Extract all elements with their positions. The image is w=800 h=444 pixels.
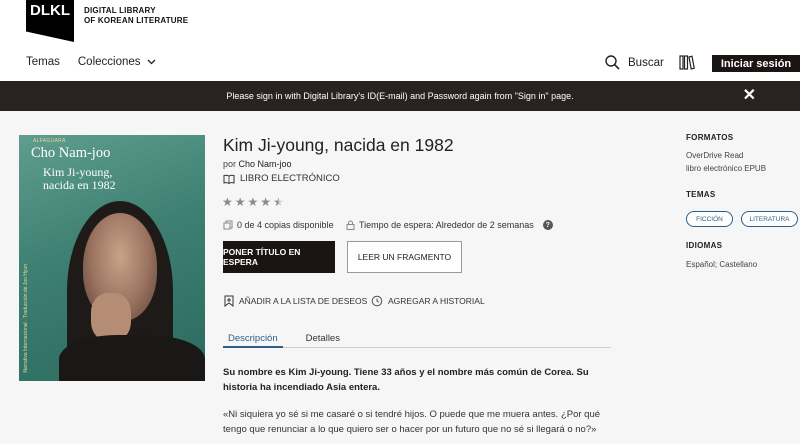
cover-publisher: ALFAGUARA [33,138,66,144]
main-nav: Temas Colecciones [26,56,156,68]
book-title: Kim Ji-young, nacida en 1982 [223,135,454,155]
search-label: Buscar [628,56,664,69]
book-format: LIBRO ELECTRÓNICO [223,173,340,184]
book-author-line: por Cho Nam-joo [223,159,292,169]
formats-heading: FORMATOS [686,133,734,142]
wait-text: Tiempo de espera: Alrededor de 2 semanas [359,220,534,230]
cover-body-shape [59,335,205,381]
cover-hand-shape [91,293,131,341]
detail-tabs: Descripción Detalles [223,333,611,348]
signin-banner: Please sign in with Digital Library's ID… [0,81,800,111]
topics-heading: TEMAS [686,190,716,199]
star-icon: ★ [234,195,246,209]
cover-title: Kim Ji-young, nacida en 1982 [43,166,116,192]
library-name: DIGITAL LIBRARY OF KOREAN LITERATURE [84,6,188,26]
wishlist-label: AÑADIR A LA LISTA DE DESEOS [239,296,368,306]
dlkl-logo[interactable]: DLKL [26,0,74,42]
wait-time: Tiempo de espera: Alrededor de 2 semanas… [346,220,553,230]
format-item: OverDrive Read [686,151,744,160]
history-label: AGREGAR A HISTORIAL [388,296,485,306]
place-hold-button[interactable]: PONER TÍTULO EN ESPERA [223,241,335,273]
half-star-icon: ★ [273,195,284,209]
topic-fiction[interactable]: FICCIÓN [686,211,733,227]
search-icon [605,55,620,70]
nav-topics-label: Temas [26,56,60,68]
star-rating[interactable]: ★ ★ ★ ★ ★ [222,195,284,209]
star-icon: ★ [247,195,259,209]
copies-icon [223,220,233,230]
author-link[interactable]: Cho Nam-joo [239,159,292,169]
open-book-icon [223,174,235,184]
star-icon: ★ [222,195,233,209]
chevron-down-icon [147,59,155,65]
language-item: Español; Castellano [686,260,758,269]
history-icon [371,295,383,307]
signin-button[interactable]: Iniciar sesión [712,55,800,72]
read-sample-button[interactable]: LEER UN FRAGMENTO [347,241,462,273]
tab-details[interactable]: Detalles [301,333,345,347]
lock-icon [346,220,355,230]
library-name-line-2: OF KOREAN LITERATURE [84,16,189,25]
topic-literature[interactable]: LITERATURA [741,211,798,227]
author-prefix: por [223,159,237,169]
add-to-wishlist-button[interactable]: AÑADIR A LA LISTA DE DESEOS [224,295,367,307]
bookmark-plus-icon [224,295,234,307]
languages-heading: IDIOMAS [686,241,723,250]
cover-author: Cho Nam-joo [31,145,111,161]
search-button[interactable]: Buscar [605,55,664,70]
help-icon[interactable]: ? [542,220,553,230]
bookshelf-button[interactable] [679,55,695,75]
nav-topics[interactable]: Temas [26,56,60,68]
availability: 0 de 4 copias disponible [223,220,334,230]
cover-title-line-2: nacida en 1982 [43,178,116,192]
logo-mark: DLKL [30,2,70,19]
tab-description[interactable]: Descripción [223,333,283,348]
nav-collections[interactable]: Colecciones [78,56,156,68]
star-icon: ★ [260,195,272,209]
close-icon[interactable]: ✕ [743,88,756,104]
add-to-history-button[interactable]: AGREGAR A HISTORIAL [371,295,485,307]
bookshelf-icon [679,55,695,70]
description-quote: «Ni siquiera yo sé si me casaré o si ten… [223,409,601,435]
availability-text: 0 de 4 copias disponible [237,220,334,230]
format-label: LIBRO ELECTRÓNICO [240,173,340,184]
book-cover[interactable]: ALFAGUARA Cho Nam-joo Kim Ji-young, naci… [19,135,205,381]
banner-message: Please sign in with Digital Library's ID… [226,91,574,101]
description-lead: Su nombre es Kim Ji-young. Tiene 33 años… [223,367,589,393]
nav-collections-label: Colecciones [77,56,141,68]
cover-spine-text: Narrativa Internacional · Traducción de … [23,264,29,373]
library-name-line-1: DIGITAL LIBRARY [84,6,156,15]
format-item: libro electrónico EPUB [686,164,767,173]
